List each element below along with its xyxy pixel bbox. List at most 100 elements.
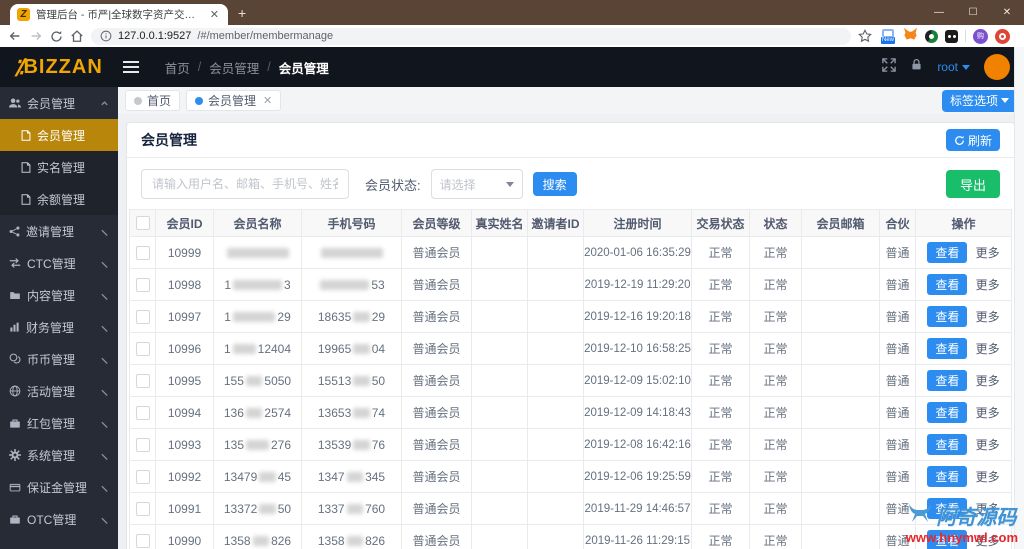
sidebar-subitem[interactable]: 余额管理: [0, 183, 118, 215]
sidebar-group[interactable]: 红包管理: [0, 407, 118, 439]
user-dropdown[interactable]: root: [937, 60, 970, 74]
hamburger-menu-icon[interactable]: [122, 61, 139, 73]
row-checkbox[interactable]: [135, 533, 150, 548]
view-button[interactable]: 查看: [927, 434, 968, 455]
sidebar-group[interactable]: 币币管理: [0, 343, 118, 375]
cell-level: 普通会员: [401, 300, 472, 333]
home-icon[interactable]: [70, 29, 84, 43]
row-checkbox[interactable]: [135, 437, 150, 452]
sidebar-subitem[interactable]: 会员管理: [0, 119, 118, 151]
minimize-icon[interactable]: —: [922, 0, 956, 25]
more-button[interactable]: 更多: [976, 246, 1000, 260]
sidebar-group[interactable]: OTC管理: [0, 503, 118, 535]
redacted-text: [346, 472, 364, 483]
row-checkbox[interactable]: [135, 341, 150, 356]
user-avatar[interactable]: [984, 54, 1010, 80]
sidebar-group[interactable]: 系统管理: [0, 439, 118, 471]
bizzan-logo-mark-icon: ⁒: [14, 55, 24, 79]
devtools-extension-icon[interactable]: New: [881, 29, 896, 44]
redacted-text: [353, 440, 370, 451]
row-checkbox[interactable]: [135, 245, 150, 260]
cell-realname: [471, 492, 528, 525]
tag-options-button[interactable]: 标签选项: [941, 89, 1017, 112]
sidebar-group[interactable]: CTC管理: [0, 247, 118, 279]
reload-icon[interactable]: [50, 30, 63, 43]
row-checkbox[interactable]: [135, 405, 150, 420]
view-button[interactable]: 查看: [927, 274, 968, 295]
coins-icon: [9, 353, 21, 365]
export-button[interactable]: 导出: [945, 170, 1000, 198]
browser-tab[interactable]: Z 管理后台 - 币严|全球数字资产交… ✕: [10, 4, 228, 25]
column-header: 合伙: [879, 209, 916, 237]
row-checkbox[interactable]: [135, 373, 150, 388]
more-button[interactable]: 更多: [976, 342, 1000, 356]
tab-member-manage[interactable]: 会员管理 ✕: [186, 90, 282, 111]
cell-member-id: 10995: [155, 364, 214, 397]
forward-icon[interactable]: [29, 29, 43, 43]
cell-register-time: 2019-12-16 19:20:18: [583, 300, 692, 333]
member-search-input[interactable]: [141, 169, 349, 199]
column-header: 状态: [749, 209, 802, 237]
cell-email: [801, 364, 880, 397]
profile-avatar[interactable]: 购: [973, 28, 988, 44]
chevron-down-icon: [100, 483, 109, 492]
cell-trade-status: 正常: [691, 268, 750, 301]
refresh-button[interactable]: 刷新: [945, 129, 1000, 151]
info-icon[interactable]: [100, 30, 112, 42]
row-checkbox[interactable]: [135, 277, 150, 292]
breadcrumb-home[interactable]: 首页: [165, 58, 190, 77]
close-icon[interactable]: ✕: [990, 0, 1024, 25]
sidebar-group[interactable]: 财务管理: [0, 311, 118, 343]
address-bar[interactable]: 127.0.0.1:9527 /#/member/membermanage: [91, 27, 851, 45]
fullscreen-icon[interactable]: [882, 57, 897, 77]
row-checkbox[interactable]: [135, 309, 150, 324]
search-button[interactable]: 搜索: [532, 172, 577, 196]
more-button[interactable]: 更多: [976, 278, 1000, 292]
chevron-down-icon: [100, 355, 109, 364]
view-button[interactable]: 查看: [927, 466, 968, 487]
tab-close-icon[interactable]: ✕: [208, 8, 221, 21]
redacted-text: [346, 504, 364, 515]
view-button[interactable]: 查看: [927, 402, 968, 423]
bookmark-star-icon[interactable]: [858, 29, 872, 43]
sidebar-group[interactable]: 邀请管理: [0, 215, 118, 247]
new-tab-button[interactable]: +: [228, 3, 256, 25]
view-button[interactable]: 查看: [927, 242, 968, 263]
red-extension-icon[interactable]: [995, 28, 1010, 44]
more-button[interactable]: 更多: [976, 406, 1000, 420]
more-button[interactable]: 更多: [976, 438, 1000, 452]
status-select[interactable]: 请选择: [430, 169, 523, 199]
row-checkbox[interactable]: [135, 469, 150, 484]
view-button[interactable]: 查看: [927, 370, 968, 391]
cell-member-name: [213, 236, 302, 269]
sidebar-group[interactable]: 活动管理: [0, 375, 118, 407]
tab-home[interactable]: 首页: [125, 90, 181, 111]
more-button[interactable]: 更多: [976, 310, 1000, 324]
sidebar-group[interactable]: 会员管理: [0, 87, 118, 119]
breadcrumb-parent[interactable]: 会员管理: [209, 58, 259, 77]
breadcrumb-current: 会员管理: [278, 61, 329, 76]
page-scrollbar[interactable]: [1014, 47, 1024, 549]
maximize-icon[interactable]: ☐: [956, 0, 990, 25]
cell-partner: 普通: [879, 332, 916, 365]
cell-realname: [471, 332, 528, 365]
green-extension-icon[interactable]: [925, 29, 938, 43]
back-icon[interactable]: [8, 29, 22, 43]
dark-extension-icon[interactable]: [945, 29, 958, 43]
chevron-down-icon: [100, 515, 109, 524]
lock-icon[interactable]: [910, 58, 923, 76]
cell-register-time: 2019-12-08 16:42:16: [583, 428, 692, 461]
select-all-checkbox[interactable]: [135, 216, 150, 231]
tab-close-icon[interactable]: ✕: [263, 94, 272, 107]
table-row: 10991 13372 50 1337 760 普通会员 2019-11-29 14…: [129, 492, 1012, 525]
cell-phone: 15513 50: [301, 364, 402, 397]
view-button[interactable]: 查看: [927, 338, 968, 359]
sidebar-group[interactable]: 内容管理: [0, 279, 118, 311]
more-button[interactable]: 更多: [976, 470, 1000, 484]
metamask-icon[interactable]: [903, 27, 918, 46]
sidebar-group[interactable]: 保证金管理: [0, 471, 118, 503]
row-checkbox[interactable]: [135, 501, 150, 516]
view-button[interactable]: 查看: [927, 306, 968, 327]
sidebar-subitem[interactable]: 实名管理: [0, 151, 118, 183]
more-button[interactable]: 更多: [976, 374, 1000, 388]
